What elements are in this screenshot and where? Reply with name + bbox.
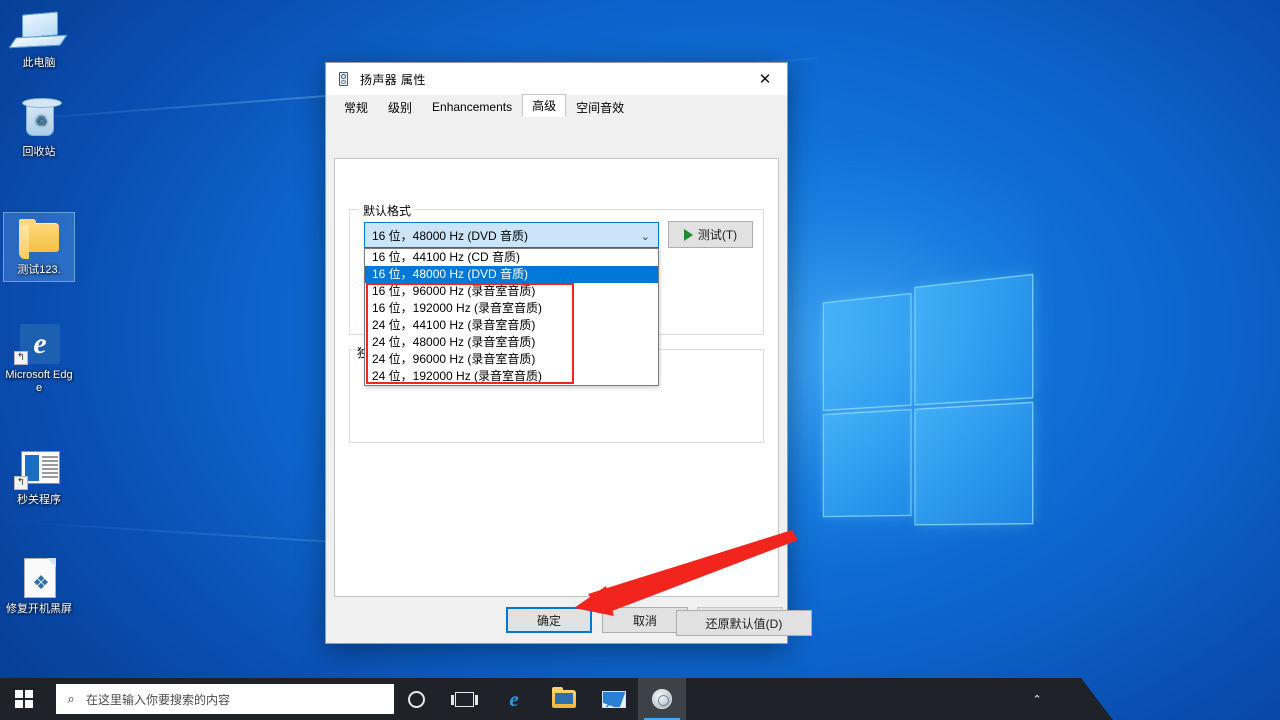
desktop-icon-this-pc[interactable]: 此电脑 [4, 6, 74, 74]
sample-rate-dropdown-list[interactable]: 16 位，44100 Hz (CD 音质) 16 位，48000 Hz (DVD… [364, 248, 659, 386]
search-icon: ⌕ [56, 692, 86, 707]
desktop-icon-fix-black-screen[interactable]: ❖ 修复开机黑屏 [4, 552, 74, 620]
start-button[interactable] [0, 678, 48, 720]
desktop-icon-label: 测试123. [5, 264, 73, 277]
tab-general[interactable]: 常规 [334, 96, 378, 117]
folder-icon [5, 216, 73, 262]
speaker-icon [652, 689, 672, 709]
this-pc-icon [5, 9, 73, 55]
desktop-icon-miaoguan-program[interactable]: ↰ 秒关程序 [4, 443, 74, 511]
close-icon[interactable]: ✕ [743, 63, 787, 94]
edge-icon: e↰ [5, 321, 73, 367]
dropdown-option-selected[interactable]: 16 位，48000 Hz (DVD 音质) [365, 266, 658, 283]
desktop-icon-folder-ceshi123[interactable]: 测试123. [4, 213, 74, 281]
task-view-button[interactable] [440, 678, 488, 720]
play-icon [684, 229, 693, 241]
desktop-icon-label: 秒关程序 [5, 494, 73, 507]
search-input[interactable]: ⌕ 在这里输入你要搜索的内容 [56, 684, 394, 714]
dialog-titlebar[interactable]: 扬声器 属性 ✕ [326, 63, 787, 95]
document-icon: ❖ [5, 555, 73, 601]
dropdown-option[interactable]: 24 位，44100 Hz (录音室音质) [365, 317, 658, 334]
speaker-icon [337, 71, 353, 87]
logo-quad-4 [916, 403, 1032, 524]
cortana-button[interactable] [392, 678, 440, 720]
tab-spatial-audio[interactable]: 空间音效 [566, 96, 634, 117]
task-view-icon [455, 692, 474, 707]
dropdown-option[interactable]: 24 位，192000 Hz (录音室音质) [365, 368, 658, 385]
folder-icon [552, 690, 576, 708]
logo-quad-1 [824, 294, 911, 409]
dropdown-option[interactable]: 16 位，192000 Hz (录音室音质) [365, 300, 658, 317]
windows-logo-icon [15, 690, 33, 708]
desktop-icon-label: 修复开机黑屏 [5, 603, 73, 616]
windows-hero-logo [824, 275, 1034, 532]
dialog-title: 扬声器 属性 [360, 71, 426, 88]
chevron-down-icon[interactable]: ⌄ [641, 223, 650, 249]
program-icon: ↰ [5, 446, 73, 492]
sound-settings-button[interactable] [638, 678, 686, 720]
taskbar: ⌕ 在这里输入你要搜索的内容 e ⌃ [0, 678, 1113, 720]
mail-button[interactable] [590, 678, 638, 720]
tab-strip: 常规 级别 Enhancements 高级 空间音效 [334, 95, 787, 117]
default-format-group-title: 默认格式 [359, 202, 415, 219]
sample-rate-combobox[interactable]: 16 位，48000 Hz (DVD 音质) ⌄ [364, 222, 659, 248]
desktop-icon-microsoft-edge[interactable]: e↰ Microsoft Edge [4, 318, 74, 399]
logo-quad-2 [916, 275, 1032, 404]
test-button-label: 测试(T) [698, 226, 737, 243]
search-placeholder: 在这里输入你要搜索的内容 [86, 691, 230, 708]
tab-enhancements[interactable]: Enhancements [422, 96, 522, 117]
desktop-icon-label: 此电脑 [5, 57, 73, 70]
desktop-icon-label: 回收站 [5, 146, 73, 159]
desktop-icon-recycle-bin[interactable]: ♻ 回收站 [4, 95, 74, 163]
sample-rate-selected-value: 16 位，48000 Hz (DVD 音质) [372, 227, 528, 244]
recycle-bin-icon: ♻ [5, 98, 73, 144]
test-button[interactable]: 测试(T) [668, 221, 753, 248]
desktop-icon-label: Microsoft Edge [5, 369, 73, 395]
restore-defaults-button[interactable]: 还原默认值(D) [676, 610, 812, 636]
ok-button[interactable]: 确定 [506, 607, 592, 633]
dropdown-option[interactable]: 16 位，96000 Hz (录音室音质) [365, 283, 658, 300]
show-hidden-icons-button[interactable]: ⌃ [1022, 678, 1052, 720]
dropdown-option[interactable]: 16 位，44100 Hz (CD 音质) [365, 249, 658, 266]
tab-advanced[interactable]: 高级 [522, 94, 566, 117]
dropdown-option[interactable]: 24 位，48000 Hz (录音室音质) [365, 334, 658, 351]
dropdown-option[interactable]: 24 位，96000 Hz (录音室音质) [365, 351, 658, 368]
taskbar-edge-button[interactable]: e [490, 678, 538, 720]
file-explorer-button[interactable] [540, 678, 588, 720]
edge-icon: e [509, 689, 518, 710]
tab-levels[interactable]: 级别 [378, 96, 422, 117]
mail-icon [602, 691, 626, 708]
cortana-icon [408, 691, 425, 708]
logo-quad-3 [824, 410, 911, 516]
